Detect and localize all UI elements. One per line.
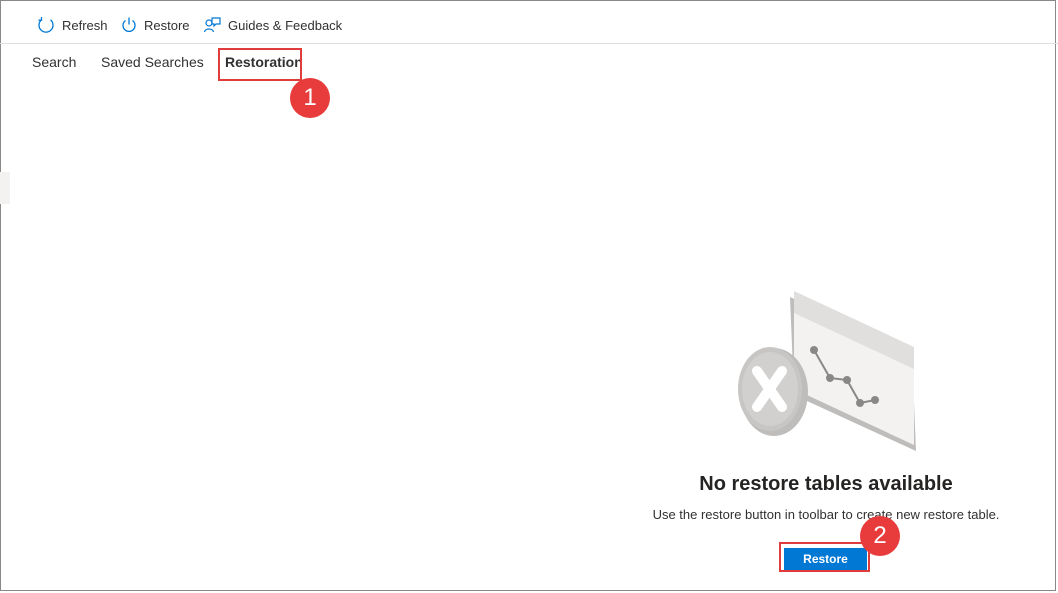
collapsed-panel-handle[interactable]	[0, 172, 10, 204]
empty-state-title: No restore tables available	[699, 473, 953, 495]
refresh-label: Refresh	[62, 17, 108, 33]
command-bar: Refresh Restore Guides & Feedback	[0, 0, 1058, 44]
refresh-icon	[38, 17, 54, 33]
toolbar-restore-label: Restore	[144, 17, 190, 33]
guides-feedback-button[interactable]: Guides & Feedback	[203, 12, 342, 38]
refresh-button[interactable]: Refresh	[37, 12, 108, 38]
tab-list: Search Saved Searches Restoration	[0, 44, 1058, 82]
power-icon	[122, 17, 136, 32]
restoration-tab-highlight	[218, 48, 302, 81]
empty-state-description: Use the restore button in toolbar to cre…	[652, 507, 1000, 522]
callout-badge-1: 1	[290, 78, 330, 118]
feedback-icon	[203, 17, 221, 33]
callout-badge-2: 2	[860, 516, 900, 556]
toolbar-restore-button[interactable]: Restore	[121, 12, 190, 38]
tab-search[interactable]: Search	[32, 54, 76, 70]
guides-feedback-label: Guides & Feedback	[228, 17, 343, 33]
tab-saved-searches[interactable]: Saved Searches	[101, 54, 204, 70]
restore-button[interactable]: Restore	[784, 548, 867, 570]
empty-state-illustration	[738, 291, 916, 451]
